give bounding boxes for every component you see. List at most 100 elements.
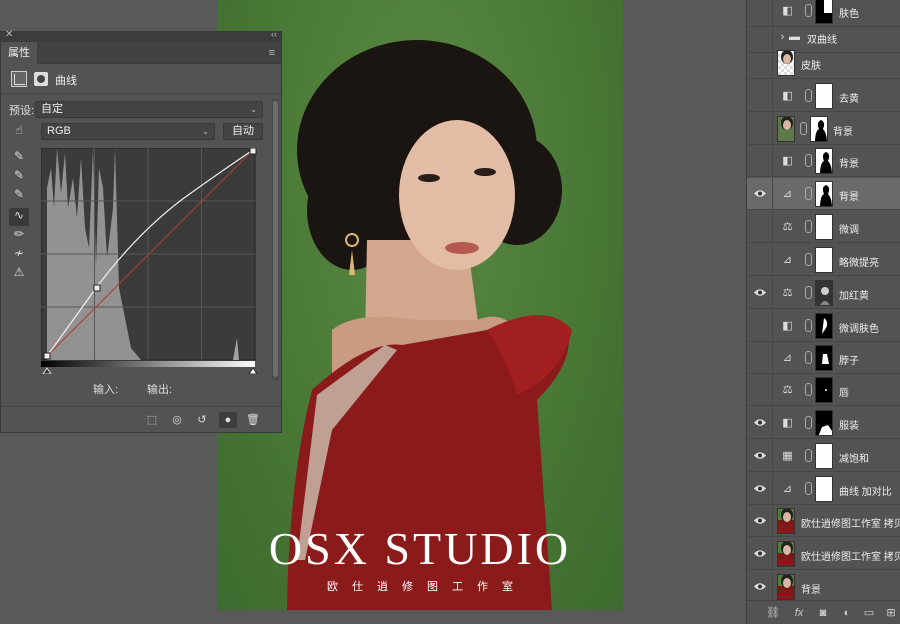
layer-mask-thumbnail[interactable] xyxy=(815,214,833,240)
visibility-eye-icon[interactable]: ● xyxy=(219,412,237,428)
curves-adjustment-icon[interactable]: ⊿ xyxy=(780,482,795,496)
layer-row[interactable]: ⚖ 微调 xyxy=(747,211,900,243)
layer-row[interactable]: ◧ 去黄 xyxy=(747,80,900,112)
layer-mask-thumbnail[interactable] xyxy=(815,345,833,371)
layer-mask-thumbnail[interactable] xyxy=(815,410,833,436)
panel-menu-icon[interactable]: ≡ xyxy=(269,47,275,59)
visibility-toggle[interactable] xyxy=(747,342,773,373)
layer-mask-thumbnail[interactable] xyxy=(815,443,833,469)
on-image-adjust-icon[interactable]: ☝ xyxy=(9,123,29,141)
visibility-toggle[interactable] xyxy=(747,310,773,341)
tab-properties[interactable]: 属性 xyxy=(1,42,37,64)
curves-graph[interactable] xyxy=(41,148,259,374)
visibility-toggle[interactable] xyxy=(747,571,773,602)
link-icon[interactable] xyxy=(805,89,812,102)
layer-row[interactable]: 皮肤 xyxy=(747,47,900,79)
hue-saturation-adjustment-icon[interactable]: ◧ xyxy=(780,416,795,430)
link-icon[interactable] xyxy=(805,4,812,17)
layer-mask-thumbnail[interactable] xyxy=(810,116,828,142)
hue-saturation-adjustment-icon[interactable]: ◧ xyxy=(780,89,795,103)
trash-icon[interactable]: 🗑 xyxy=(244,412,262,428)
layer-row[interactable]: 背景 xyxy=(747,571,900,603)
layer-mask-thumbnail[interactable] xyxy=(815,476,833,502)
adjustment-icon[interactable]: ◐ xyxy=(839,606,855,620)
close-icon[interactable]: ✕ xyxy=(5,29,13,40)
link-icon[interactable] xyxy=(800,122,807,135)
curves-adjustment-icon[interactable]: ⊿ xyxy=(780,253,795,267)
group-icon[interactable]: ▭ xyxy=(861,606,877,620)
link-icon[interactable] xyxy=(805,220,812,233)
layer-row[interactable]: ◧ 服装 xyxy=(747,407,900,439)
visibility-toggle[interactable] xyxy=(747,374,773,405)
curve-point-tool-icon[interactable]: ∿ xyxy=(9,208,29,226)
new-layer-icon[interactable]: ⊞ xyxy=(883,606,899,620)
view-previous-state-icon[interactable]: ◎ xyxy=(168,412,186,428)
link-icon[interactable] xyxy=(805,449,812,462)
curves-adjustment-icon[interactable]: ⊿ xyxy=(780,187,795,201)
link-icon[interactable] xyxy=(805,187,812,200)
layer-row[interactable]: ⚖ 加红黄 xyxy=(747,277,900,309)
pencil-draw-icon[interactable]: ✏ xyxy=(9,227,29,245)
link-icon[interactable] xyxy=(805,319,812,332)
visibility-toggle[interactable] xyxy=(747,178,773,209)
visibility-toggle[interactable] xyxy=(747,211,773,242)
layer-row[interactable]: 欧仕逍修图工作室 拷贝 xyxy=(747,538,900,570)
visibility-toggle[interactable] xyxy=(747,145,773,176)
visibility-toggle[interactable] xyxy=(747,407,773,438)
channel-select[interactable]: RGB ⌄ xyxy=(41,123,215,140)
visibility-toggle[interactable] xyxy=(747,473,773,504)
mask-icon[interactable]: ◙ xyxy=(815,606,831,620)
layer-mask-thumbnail[interactable] xyxy=(815,377,833,403)
fill-color-swatch[interactable] xyxy=(777,116,795,142)
color-balance-adjustment-icon[interactable]: ⚖ xyxy=(780,383,795,397)
visibility-toggle[interactable] xyxy=(747,244,773,275)
link-icon[interactable] xyxy=(805,253,812,266)
layer-row[interactable]: ⊿ 脖子 xyxy=(747,342,900,374)
smooth-curve-icon[interactable]: ≁ xyxy=(9,246,29,264)
link-icon[interactable] xyxy=(805,154,812,167)
layer-mask-thumbnail[interactable] xyxy=(815,181,833,207)
link-icon[interactable] xyxy=(805,383,812,396)
gray-point-eyedropper-icon[interactable]: ✎ xyxy=(9,168,29,186)
hue-saturation-adjustment-icon[interactable]: ◧ xyxy=(780,4,795,18)
layer-mask-thumbnail[interactable] xyxy=(815,280,833,306)
reset-icon[interactable]: ↺ xyxy=(193,412,211,428)
layer-mask-thumbnail[interactable] xyxy=(815,148,833,174)
properties-scrollbar[interactable] xyxy=(272,99,279,381)
layer-row[interactable]: ⚖ 唇 xyxy=(747,374,900,406)
black-point-eyedropper-icon[interactable]: ✎ xyxy=(9,149,29,167)
white-point-eyedropper-icon[interactable]: ✎ xyxy=(9,187,29,205)
link-icon[interactable] xyxy=(805,482,812,495)
clipping-warning-icon[interactable]: ⚠ xyxy=(9,265,29,283)
saturation-adjustment-icon[interactable]: ▦ xyxy=(780,449,795,463)
visibility-toggle[interactable] xyxy=(747,538,773,569)
link-icon[interactable]: ⛓ xyxy=(765,606,781,620)
preset-select[interactable]: 自定 ⌄ xyxy=(35,101,263,118)
layer-row[interactable]: ⊿ 曲线 加对比 xyxy=(747,473,900,505)
layer-row[interactable]: 欧仕逍修图工作室 拷贝 xyxy=(747,505,900,537)
hue-saturation-adjustment-icon[interactable]: ◧ xyxy=(780,319,795,333)
auto-button[interactable]: 自动 xyxy=(223,123,263,140)
scrollbar-thumb[interactable] xyxy=(273,101,278,377)
visibility-toggle[interactable] xyxy=(747,113,773,144)
link-icon[interactable] xyxy=(805,416,812,429)
visibility-toggle[interactable] xyxy=(747,505,773,536)
layer-mask-thumbnail[interactable] xyxy=(815,313,833,339)
curves-adjustment-icon[interactable] xyxy=(11,71,27,87)
layer-mask-icon[interactable] xyxy=(34,72,48,86)
visibility-toggle[interactable] xyxy=(747,440,773,471)
visibility-toggle[interactable] xyxy=(747,80,773,111)
layer-row[interactable]: ◧ 背景 xyxy=(747,145,900,177)
visibility-toggle[interactable] xyxy=(747,277,773,308)
layer-row[interactable]: ⊿ 背景 xyxy=(747,178,900,210)
curves-adjustment-icon[interactable]: ⊿ xyxy=(780,351,795,365)
fx-icon[interactable]: fx xyxy=(791,606,807,620)
layer-row[interactable]: ◧ 微调肤色 xyxy=(747,310,900,342)
layer-row[interactable]: ⊿ 略微提亮 xyxy=(747,244,900,276)
hue-saturation-adjustment-icon[interactable]: ◧ xyxy=(780,154,795,168)
link-icon[interactable] xyxy=(805,286,812,299)
color-balance-adjustment-icon[interactable]: ⚖ xyxy=(780,286,795,300)
collapse-icon[interactable]: ‹‹ xyxy=(271,29,277,39)
layer-mask-thumbnail[interactable] xyxy=(815,247,833,273)
link-icon[interactable] xyxy=(805,351,812,364)
